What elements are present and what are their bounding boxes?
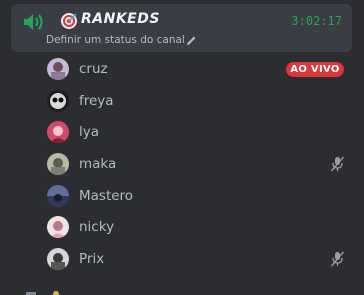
- call-timer: 3:02:17: [291, 14, 342, 28]
- user-name: Mastero: [79, 188, 134, 204]
- next-channel-icon: [26, 291, 59, 295]
- voice-user-freya[interactable]: freya: [0, 86, 364, 116]
- avatar: [47, 153, 69, 175]
- voice-user-lya[interactable]: lya: [0, 117, 364, 147]
- voice-user-cruz[interactable]: cruz AO VIVO: [0, 54, 364, 84]
- pencil-icon[interactable]: [186, 35, 197, 46]
- avatar: [47, 248, 69, 270]
- microphone-muted-icon: [330, 251, 345, 267]
- live-badge[interactable]: AO VIVO: [286, 62, 344, 77]
- user-name: lya: [79, 124, 100, 140]
- user-name: freya: [79, 93, 114, 109]
- channel-status-prompt[interactable]: Definir um status do canal: [46, 34, 185, 46]
- user-name: cruz: [79, 61, 108, 77]
- avatar: [47, 58, 69, 80]
- user-name: Prix: [79, 251, 105, 267]
- avatar: [47, 121, 69, 143]
- user-name: nicky: [79, 219, 115, 235]
- voice-user-prix[interactable]: Prix: [0, 244, 364, 274]
- avatar: [47, 90, 69, 112]
- channel-name: RANKEDS: [81, 11, 160, 27]
- microphone-muted-icon: [330, 156, 345, 172]
- target-emoji: [61, 13, 77, 29]
- speaker-active-icon: [24, 14, 43, 30]
- avatar: [47, 216, 69, 238]
- voice-channel-header[interactable]: RANKEDS 3:02:17 Definir um status do can…: [11, 4, 352, 52]
- avatar: [47, 185, 69, 207]
- voice-user-mastero[interactable]: Mastero: [0, 181, 364, 211]
- voice-user-maka[interactable]: maka: [0, 149, 364, 179]
- user-name: maka: [79, 156, 117, 172]
- voice-user-nicky[interactable]: nicky: [0, 212, 364, 242]
